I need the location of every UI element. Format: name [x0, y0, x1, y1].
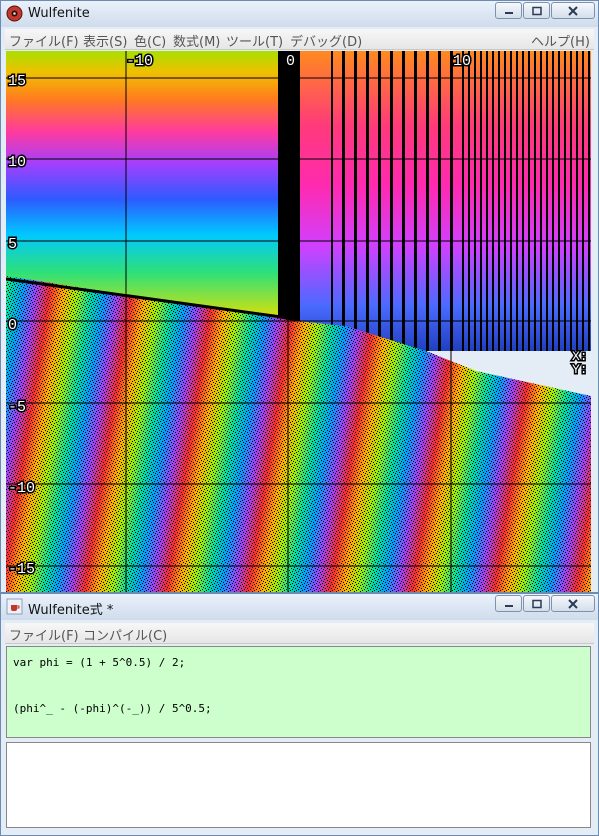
y-tick-label: -10	[8, 480, 35, 497]
x-tick-label: 0	[286, 53, 295, 70]
expr-menu-compile[interactable]: コンパイル(C)	[83, 625, 167, 644]
plot-stripes-dense	[461, 51, 591, 351]
maximize-icon	[531, 599, 542, 608]
menu-debug[interactable]: デバッグ(D)	[290, 31, 362, 50]
y-tick-label: -15	[8, 561, 35, 578]
close-button[interactable]	[551, 2, 595, 19]
menu-help[interactable]: ヘルプ(H)	[531, 31, 590, 50]
code-editor[interactable]: var phi = (1 + 5^0.5) / 2; (phi^_ - (-ph…	[6, 646, 591, 738]
wulfenite-logo-icon	[6, 5, 23, 22]
expression-window: Wulfenite式 * ファイル(F) コンパイル(C) var phi = …	[0, 593, 599, 836]
x-tick-label: -10	[126, 53, 153, 70]
minimize-button[interactable]	[495, 2, 522, 19]
minimize-icon	[504, 11, 513, 14]
expr-maximize-button[interactable]	[523, 595, 550, 612]
y-tick-label: 0	[8, 317, 17, 334]
y-tick-label: 15	[8, 73, 26, 90]
menu-file[interactable]: ファイル(F)	[9, 31, 79, 50]
plot-dark-column	[278, 51, 300, 321]
y-tick-label: 10	[8, 154, 26, 171]
main-window-title: Wulfenite	[28, 6, 90, 21]
expr-titlebar[interactable]: Wulfenite式 *	[1, 594, 598, 620]
code-line: (phi^_ - (-phi)^(-_)) / 5^0.5;	[13, 702, 212, 715]
maximize-button[interactable]	[523, 2, 550, 19]
menu-formula[interactable]: 数式(M)	[173, 31, 220, 50]
cursor-y-label: Y:	[572, 362, 588, 377]
code-line: var phi = (1 + 5^0.5) / 2;	[13, 656, 186, 669]
menu-tools[interactable]: ツール(T)	[226, 31, 283, 50]
y-tick-label: 5	[8, 236, 17, 253]
main-window: Wulfenite ファイル(F) 表示(S) 色(C) 数式(M) ツール(T…	[0, 0, 599, 593]
main-titlebar[interactable]: Wulfenite	[1, 1, 598, 27]
maximize-icon	[531, 6, 542, 15]
x-tick-label: 10	[453, 53, 471, 70]
minimize-icon	[504, 604, 513, 607]
plot-stripes-sparse	[331, 51, 461, 351]
main-menubar: ファイル(F) 表示(S) 色(C) 数式(M) ツール(T) デバッグ(D) …	[5, 29, 594, 50]
plot-upper-left-region	[6, 51, 296, 321]
menu-view[interactable]: 表示(S)	[83, 31, 127, 50]
expr-minimize-button[interactable]	[495, 595, 522, 612]
menu-color[interactable]: 色(C)	[134, 31, 166, 50]
expr-menubar: ファイル(F) コンパイル(C)	[5, 623, 594, 644]
close-icon	[568, 598, 578, 609]
domain-coloring-plot[interactable]: -10 0 10 15 10 5 0 -5 -10 -15 X: Y:	[6, 51, 591, 592]
output-area[interactable]	[6, 742, 591, 828]
expr-window-title: Wulfenite式 *	[28, 603, 114, 618]
expr-close-button[interactable]	[551, 595, 595, 612]
java-cup-icon	[6, 598, 23, 615]
expr-menu-file[interactable]: ファイル(F)	[9, 625, 79, 644]
y-tick-label: -5	[8, 399, 26, 416]
close-icon	[568, 5, 578, 16]
